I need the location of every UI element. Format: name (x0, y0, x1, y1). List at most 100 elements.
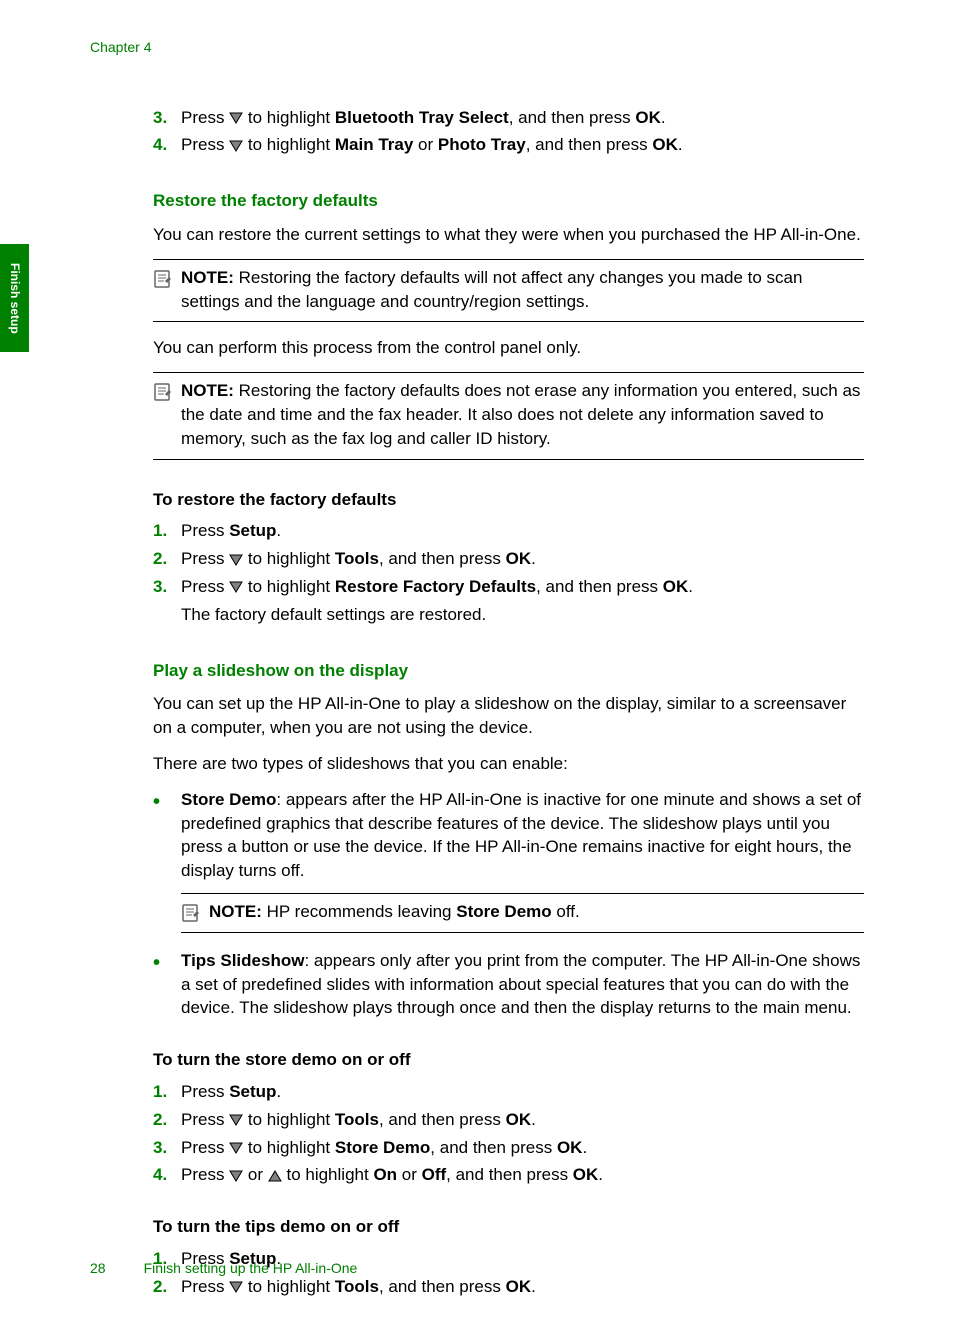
section-heading-slideshow: Play a slideshow on the display (153, 659, 864, 683)
step-body: Press to highlight Restore Factory Defau… (181, 575, 864, 627)
down-arrow-icon (229, 1142, 243, 1154)
text: or (397, 1165, 422, 1184)
text: Press (181, 549, 229, 568)
step-number: 4. (153, 1163, 181, 1187)
label: Tools (335, 1110, 379, 1129)
side-tab-text: Finish setup (6, 263, 23, 334)
text: . (531, 549, 536, 568)
note-icon (153, 381, 173, 401)
step-body: Press Setup. (181, 519, 864, 543)
footer-title: Finish setting up the HP All-in-One (144, 1260, 358, 1276)
step-body: Press Setup. (181, 1080, 864, 1104)
text: to highlight (243, 135, 335, 154)
step-3: 3. Press to highlight Store Demo, and th… (153, 1136, 864, 1160)
text: to highlight (243, 577, 335, 596)
step-4: 4. Press to highlight Main Tray or Photo… (153, 133, 864, 157)
label: Store Demo (456, 902, 551, 921)
bullet-body: Tips Slideshow: appears only after you p… (181, 949, 864, 1020)
label: OK (635, 108, 661, 127)
text: to highlight (243, 1110, 335, 1129)
label: Bluetooth Tray Select (335, 108, 509, 127)
step-body: Press to highlight Store Demo, and then … (181, 1136, 864, 1160)
text: to highlight (243, 549, 335, 568)
step-number: 1. (153, 519, 181, 543)
step-number: 1. (153, 1080, 181, 1104)
step-3: 3. Press to highlight Restore Factory De… (153, 575, 864, 627)
text: . (531, 1277, 536, 1296)
text: . (276, 521, 281, 540)
page-number: 28 (90, 1260, 106, 1276)
note-icon (181, 902, 201, 922)
text: Press (181, 521, 229, 540)
text: Restoring the factory defaults will not … (181, 268, 802, 311)
step-body: Press to highlight Tools, and then press… (181, 1108, 864, 1132)
label: OK (557, 1138, 583, 1157)
down-arrow-icon (229, 1114, 243, 1126)
text: off. (552, 902, 580, 921)
subheading: To turn the store demo on or off (153, 1048, 864, 1072)
note-text: NOTE: Restoring the factory defaults doe… (181, 379, 864, 450)
label: Tips Slideshow (181, 951, 304, 970)
top-steps: 3. Press to highlight Bluetooth Tray Sel… (153, 106, 864, 158)
label: Off (422, 1165, 447, 1184)
label: Restore Factory Defaults (335, 577, 536, 596)
text: Press (181, 135, 229, 154)
chapter-header: Chapter 4 (90, 38, 864, 58)
section-heading-restore: Restore the factory defaults (153, 189, 864, 213)
step-2: 2. Press to highlight Tools, and then pr… (153, 1108, 864, 1132)
store-demo-steps: 1. Press Setup. 2. Press to highlight To… (153, 1080, 864, 1187)
step-body: Press to highlight Tools, and then press… (181, 547, 864, 571)
text: . (678, 135, 683, 154)
note-label: NOTE: (181, 268, 234, 287)
step-number: 4. (153, 133, 181, 157)
restore-steps: 1. Press Setup. 2. Press to highlight To… (153, 519, 864, 626)
text: to highlight (243, 1277, 335, 1296)
text: to highlight (243, 1138, 335, 1157)
content-area: 3. Press to highlight Bluetooth Tray Sel… (153, 106, 864, 1299)
step-number: 2. (153, 547, 181, 571)
note-icon (153, 268, 173, 288)
label: Store Demo (335, 1138, 430, 1157)
label: OK (573, 1165, 599, 1184)
step-4: 4. Press or to highlight On or Off, and … (153, 1163, 864, 1187)
text: , and then press (509, 108, 636, 127)
note-box: NOTE: Restoring the factory defaults doe… (153, 372, 864, 459)
text: Press (181, 1165, 229, 1184)
bullet-body: Store Demo: appears after the HP All-in-… (181, 788, 864, 943)
bullet-tips-slideshow: • Tips Slideshow: appears only after you… (153, 949, 864, 1020)
label: OK (663, 577, 689, 596)
text: , and then press (446, 1165, 573, 1184)
text: HP recommends leaving (267, 902, 457, 921)
step-3: 3. Press to highlight Bluetooth Tray Sel… (153, 106, 864, 130)
down-arrow-icon (229, 581, 243, 593)
text: Press (181, 1138, 229, 1157)
text: Press (181, 1277, 229, 1296)
subheading: To turn the tips demo on or off (153, 1215, 864, 1239)
note-text: NOTE: Restoring the factory defaults wil… (181, 266, 864, 314)
page: Chapter 4 Finish setup 3. Press to highl… (0, 0, 954, 1321)
text: Press (181, 108, 229, 127)
note-label: NOTE: (181, 381, 234, 400)
note-label: NOTE: (209, 902, 262, 921)
label: Photo Tray (438, 135, 526, 154)
down-arrow-icon (229, 554, 243, 566)
step-body: Press or to highlight On or Off, and the… (181, 1163, 864, 1187)
label: OK (506, 549, 532, 568)
side-tab: Finish setup (0, 244, 29, 352)
subheading: To restore the factory defaults (153, 488, 864, 512)
note-box: NOTE: HP recommends leaving Store Demo o… (181, 893, 864, 933)
paragraph: You can restore the current settings to … (153, 223, 864, 247)
text: : appears after the HP All-in-One is ina… (181, 790, 861, 880)
bullet-icon: • (153, 788, 181, 943)
step-body: Press to highlight Bluetooth Tray Select… (181, 106, 864, 130)
up-arrow-icon (268, 1170, 282, 1182)
note-text: NOTE: HP recommends leaving Store Demo o… (209, 900, 864, 924)
label: Setup (229, 521, 276, 540)
label: Main Tray (335, 135, 413, 154)
step-extra: The factory default settings are restore… (181, 603, 864, 627)
text: . (276, 1082, 281, 1101)
bullet-store-demo: • Store Demo: appears after the HP All-i… (153, 788, 864, 943)
text: , and then press (536, 577, 663, 596)
label: Store Demo (181, 790, 276, 809)
label: Setup (229, 1082, 276, 1101)
